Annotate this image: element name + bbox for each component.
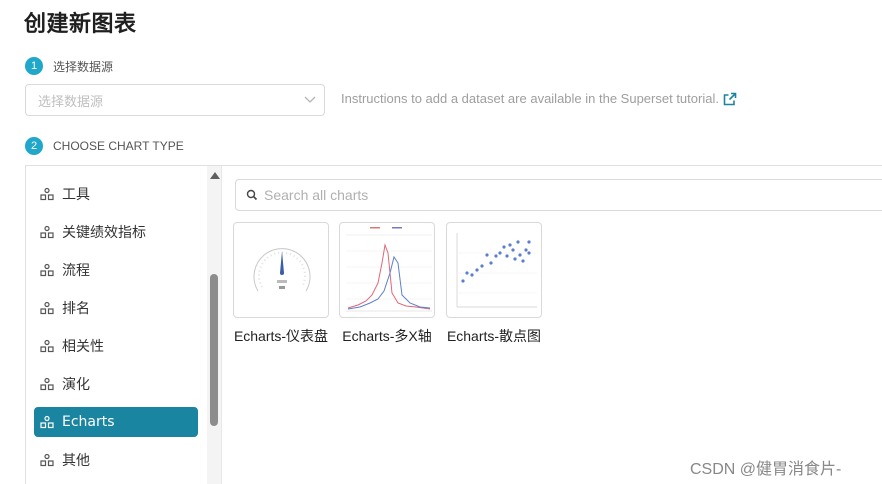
chart-search-input[interactable] [264,187,764,203]
datasource-hint: Instructions to add a dataset are availa… [341,91,737,106]
chevron-down-icon[interactable] [296,85,324,115]
category-label: 其他 [62,453,90,469]
scatter-thumbnail [446,222,542,318]
category-item-other[interactable]: 其他 [34,445,198,475]
step-1-label: 选择数据源 [53,59,114,74]
category-label: 流程 [62,263,90,279]
category-icon [40,453,54,467]
chart-card-label: Echarts-多X轴 [342,328,432,344]
scrollbar-thumb[interactable] [210,274,218,426]
category-item-flow[interactable]: 流程 [34,255,198,285]
category-label: 工具 [62,187,90,203]
chart-card-label: Echarts-散点图 [446,328,542,344]
step-1-number: 1 [25,57,43,75]
category-label: 关键绩效指标 [62,225,146,241]
category-icon [40,415,54,429]
category-item-kpi[interactable]: 关键绩效指标 [34,217,198,247]
category-icon [40,187,54,201]
datasource-hint-text: Instructions to add a dataset are availa… [341,91,719,106]
category-label: 演化 [62,377,90,393]
category-icon [40,225,54,239]
category-icon [40,377,54,391]
datasource-placeholder: 选择数据源 [38,94,104,110]
chart-card-multi-x-axis[interactable]: Echarts-多X轴 [339,222,435,346]
category-item-correlation[interactable]: 相关性 [34,331,198,361]
chart-card-label: Echarts-仪表盘 [233,328,329,344]
step-2-number: 2 [25,137,43,155]
category-icon [40,301,54,315]
scroll-up-arrow-icon[interactable] [210,172,220,179]
page-title: 创建新图表 [24,12,137,37]
chart-search-box[interactable] [235,179,882,211]
category-item-echarts[interactable]: Echarts [34,407,198,437]
category-item-ranking[interactable]: 排名 [34,293,198,323]
step-2-header: 2 CHOOSE CHART TYPE [25,137,184,155]
category-icon [40,263,54,277]
category-label: 相关性 [62,339,104,355]
category-list: 工具 关键绩效指标 流程 排名 相关性 演化 Echarts 其他 [26,166,222,484]
gauge-thumbnail [233,222,329,318]
category-label: 排名 [62,301,90,317]
multi-x-axis-line-thumbnail [339,222,435,318]
category-item-tools[interactable]: 工具 [34,179,198,209]
category-item-evolution[interactable]: 演化 [34,369,198,399]
chart-card-gauge[interactable]: Echarts-仪表盘 [233,222,329,346]
category-label: Echarts [62,414,115,430]
external-link-icon[interactable] [723,92,737,106]
watermark: CSDN @健胃消食片- [690,461,842,478]
step-2-label: CHOOSE CHART TYPE [53,139,184,153]
datasource-select[interactable]: 选择数据源 [25,84,325,116]
category-icon [40,339,54,353]
chart-type-panel: 工具 关键绩效指标 流程 排名 相关性 演化 Echarts 其他 Search… [25,165,882,484]
search-icon [246,186,258,205]
step-1-header: 1 选择数据源 [25,57,113,75]
chart-card-scatter[interactable]: Echarts-散点图 [446,222,542,346]
